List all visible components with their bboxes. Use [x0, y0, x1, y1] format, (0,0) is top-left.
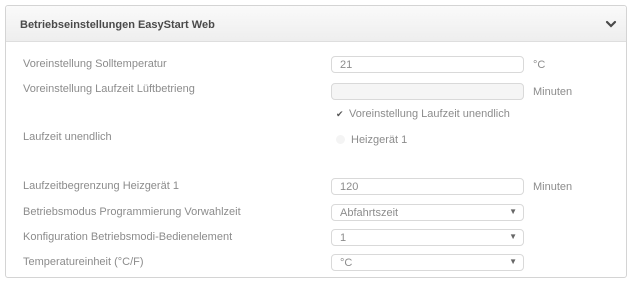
unit-celsius: °C — [533, 59, 546, 71]
dropdown-arrow-icon: ▼ — [509, 257, 517, 266]
temperatureinheit-value: °C — [340, 257, 353, 269]
betriebsmodus-select[interactable]: Abfahrtszeit ▼ — [331, 204, 524, 221]
label-laufzeit-unendlich: Laufzeit unendlich — [23, 131, 112, 143]
label-konfiguration: Konfiguration Betriebsmodi-Bedienelement — [23, 231, 233, 243]
laufzeit-unendlich-checkbox[interactable]: ✔ Voreinstellung Laufzeit unendlich — [336, 108, 510, 120]
laufzeit-lueftbetrieb-input[interactable] — [331, 83, 524, 100]
label-laufzeitbegrenzung: Laufzeitbegrenzung Heizgerät 1 — [23, 180, 179, 192]
temperatureinheit-select[interactable]: °C ▼ — [331, 254, 524, 271]
chevron-down-icon[interactable] — [604, 17, 618, 31]
label-solltemperatur: Voreinstellung Solltemperatur — [23, 58, 167, 70]
label-temperatureinheit: Temperatureinheit (°C/F) — [23, 256, 144, 268]
checkmark-icon: ✔ — [336, 109, 344, 119]
laufzeitbegrenzung-input[interactable] — [331, 178, 524, 195]
dropdown-arrow-icon: ▼ — [509, 207, 517, 216]
unit-minuten-1: Minuten — [533, 86, 573, 98]
settings-panel: Betriebseinstellungen EasyStart Web Vore… — [5, 5, 627, 278]
label-laufzeit-lueftbetrieb: Voreinstellung Laufzeit Lüftbetrieng — [23, 83, 195, 95]
solltemperatur-input[interactable] — [331, 56, 524, 73]
label-betriebsmodus: Betriebsmodus Programmierung Vorwahlzeit — [23, 206, 241, 218]
heizgeraet-1-option[interactable]: Heizgerät 1 — [336, 134, 407, 146]
panel-title: Betriebseinstellungen EasyStart Web — [20, 19, 215, 31]
radio-icon — [336, 135, 345, 144]
dropdown-arrow-icon: ▼ — [509, 232, 517, 241]
panel-header: Betriebseinstellungen EasyStart Web — [6, 6, 626, 42]
konfiguration-select[interactable]: 1 ▼ — [331, 229, 524, 246]
betriebsmodus-value: Abfahrtszeit — [340, 207, 399, 219]
konfiguration-value: 1 — [340, 232, 347, 244]
heizgeraet-label: Heizgerät 1 — [351, 134, 408, 146]
checkbox-label: Voreinstellung Laufzeit unendlich — [349, 108, 510, 120]
unit-minuten-2: Minuten — [533, 181, 573, 193]
